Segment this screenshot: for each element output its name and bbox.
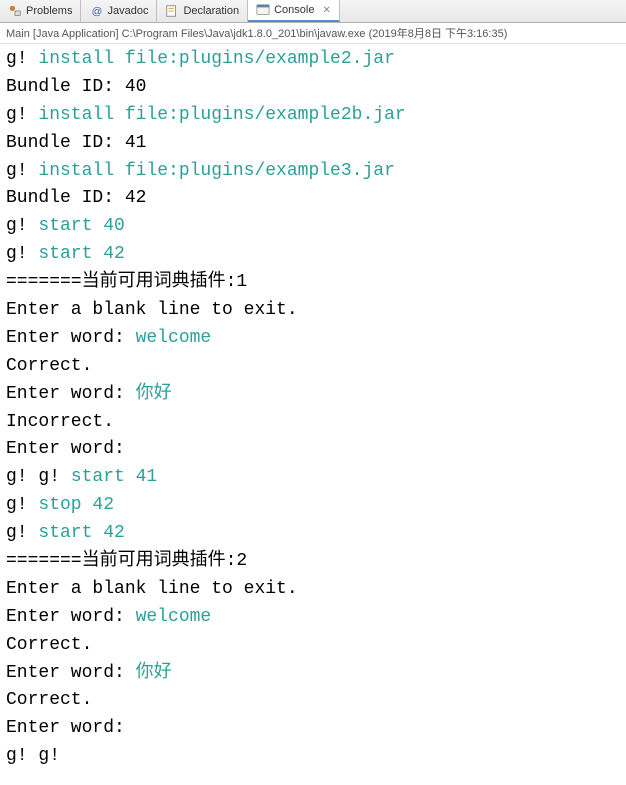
tab-label: Javadoc [107, 5, 148, 17]
console-line: Correct. [6, 353, 620, 381]
console-line: Enter word: [6, 436, 620, 464]
console-input-text: install file:plugins/example2b.jar [38, 105, 405, 125]
console-output-text: Enter word: [6, 607, 136, 627]
console-output-text: Bundle ID: 41 [6, 133, 146, 153]
console-output-text: =======当前可用词典插件:2 [6, 551, 247, 571]
console-input-text: welcome [136, 607, 212, 627]
console-output-text: g! [6, 49, 38, 69]
console-output-text: Enter a blank line to exit. [6, 300, 298, 320]
console-line: g! start 42 [6, 520, 620, 548]
console-line: Bundle ID: 42 [6, 185, 620, 213]
console-output[interactable]: g! install file:plugins/example2.jar Bund… [0, 44, 626, 773]
problems-icon [8, 4, 22, 18]
console-icon [256, 3, 270, 17]
console-output-text: =======当前可用词典插件:1 [6, 272, 247, 292]
console-line: =======当前可用词典插件:1 [6, 269, 620, 297]
javadoc-icon: @ [89, 4, 103, 18]
tab-declaration[interactable]: Declaration [157, 0, 248, 22]
console-line: Incorrect. [6, 409, 620, 437]
console-output-text: g! [6, 161, 38, 181]
declaration-icon [165, 4, 179, 18]
console-input-text: start 41 [71, 467, 157, 487]
console-line: Bundle ID: 41 [6, 130, 620, 158]
close-icon[interactable]: ✕ [322, 5, 330, 16]
console-line: Correct. [6, 632, 620, 660]
console-input-text: install file:plugins/example2.jar [38, 49, 394, 69]
console-output-text: Enter word: [6, 663, 136, 683]
console-output-text: Enter a blank line to exit. [6, 579, 298, 599]
console-input-text: stop 42 [38, 495, 114, 515]
console-line: Enter a blank line to exit. [6, 576, 620, 604]
tab-bar: Problems @ Javadoc Declaration Console ✕ [0, 0, 626, 23]
console-line: g! install file:plugins/example2.jar [6, 46, 620, 74]
console-output-text: g! [6, 244, 38, 264]
console-input-text: start 42 [38, 523, 124, 543]
console-line: g! g! start 41 [6, 464, 620, 492]
svg-text:@: @ [92, 6, 103, 18]
console-line: Bundle ID: 40 [6, 74, 620, 102]
console-input-text: welcome [136, 328, 212, 348]
tab-label: Declaration [183, 5, 239, 17]
console-line: g! install file:plugins/example3.jar [6, 158, 620, 186]
console-line: Enter word: welcome [6, 325, 620, 353]
console-output-text: Bundle ID: 40 [6, 77, 146, 97]
console-output-text: Enter word: [6, 384, 136, 404]
console-line: =======当前可用词典插件:2 [6, 548, 620, 576]
tab-label: Console [274, 4, 314, 16]
console-output-text: g! g! [6, 467, 71, 487]
console-line: Enter a blank line to exit. [6, 297, 620, 325]
console-input-text: start 40 [38, 216, 124, 236]
console-input-text: install file:plugins/example3.jar [38, 161, 394, 181]
console-output-text: Enter word: [6, 439, 136, 459]
console-output-text: Incorrect. [6, 412, 114, 432]
console-line: Enter word: welcome [6, 604, 620, 632]
console-line: g! g! [6, 743, 620, 771]
console-output-text: g! [6, 523, 38, 543]
tab-label: Problems [26, 5, 72, 17]
console-line: g! install file:plugins/example2b.jar [6, 102, 620, 130]
console-line: Enter word: 你好 [6, 381, 620, 409]
console-input-text: 你好 [136, 663, 172, 683]
console-output-text: Enter word: [6, 718, 136, 738]
console-output-text: Correct. [6, 635, 92, 655]
console-output-text: Correct. [6, 356, 92, 376]
console-output-text: g! [6, 105, 38, 125]
console-output-text: g! g! [6, 746, 71, 766]
console-line: Enter word: 你好 [6, 660, 620, 688]
console-line: Enter word: [6, 715, 620, 743]
console-input-text: 你好 [136, 384, 172, 404]
console-output-text: Enter word: [6, 328, 136, 348]
console-output-text: g! [6, 495, 38, 515]
console-line: g! start 40 [6, 213, 620, 241]
console-line: Correct. [6, 687, 620, 715]
console-subheader: Main [Java Application] C:\Program Files… [0, 23, 626, 44]
console-line: g! stop 42 [6, 492, 620, 520]
console-line: g! start 42 [6, 241, 620, 269]
console-output-text: Bundle ID: 42 [6, 188, 146, 208]
tab-javadoc[interactable]: @ Javadoc [81, 0, 157, 22]
tab-problems[interactable]: Problems [0, 0, 81, 22]
console-input-text: start 42 [38, 244, 124, 264]
console-output-text: g! [6, 216, 38, 236]
tab-console[interactable]: Console ✕ [248, 0, 340, 22]
console-output-text: Correct. [6, 690, 92, 710]
